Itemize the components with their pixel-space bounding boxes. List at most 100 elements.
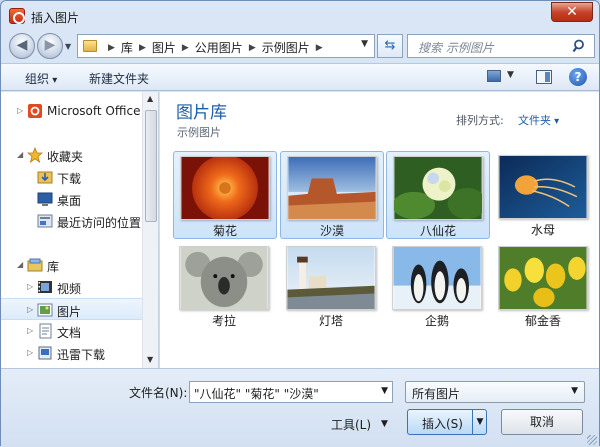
nav-item-downloads[interactable]: 下载 [1, 166, 142, 188]
window-title: 插入图片 [31, 11, 80, 25]
tools-dropdown-icon[interactable]: ▼ [381, 419, 388, 429]
thumbnail-caption: 灯塔 [318, 314, 343, 328]
nav-scrollbar[interactable]: ▲ ▼ [142, 92, 158, 368]
expand-arrow-icon[interactable]: ▷ [27, 348, 33, 357]
thumbnail-hydrangea[interactable]: 八仙花 [386, 151, 490, 239]
search-input[interactable]: 搜索 示例图片 [407, 34, 595, 58]
close-icon: ✕ [566, 4, 578, 20]
nav-item-microsoft-office[interactable]: ▷ Microsoft Office [1, 100, 142, 122]
tools-button[interactable]: 工具(L) [331, 416, 371, 433]
nav-item-pictures[interactable]: ▷ 图片 [1, 298, 142, 320]
filename-value: "八仙花" "菊花" "沙漠" [194, 387, 319, 401]
scrollbar-thumb[interactable] [145, 110, 157, 222]
nav-item-libraries[interactable]: ◢ 库 [1, 254, 142, 276]
lighthouse-image [286, 246, 376, 310]
navigation-pane: ▷ Microsoft Office ◢ 收藏夹 下载 桌面 最近访问的位置 ◢… [1, 92, 159, 368]
thumbnail-jellyfish[interactable]: 水母 [492, 151, 596, 239]
breadcrumb-separator-icon[interactable]: ▶ [182, 43, 189, 53]
breadcrumb-separator-icon[interactable]: ▶ [249, 43, 256, 53]
nav-item-favorites[interactable]: ◢ 收藏夹 [1, 144, 142, 166]
breadcrumb-item[interactable]: 库 [121, 39, 133, 56]
insert-button[interactable]: 插入(S) ▼ [407, 409, 487, 435]
arrange-by-label: 排列方式: [456, 114, 504, 127]
file-type-filter-value: 所有图片 [412, 387, 461, 401]
expand-arrow-icon[interactable]: ▷ [17, 106, 23, 115]
thunder-download-icon [37, 345, 53, 361]
nav-item-documents[interactable]: ▷ 文档 [1, 320, 142, 342]
dialog-footer: 文件名(N): "八仙花" "菊花" "沙漠" ▼ 所有图片 ▼ 工具(L) ▼… [1, 368, 599, 447]
video-icon [37, 279, 53, 295]
breadcrumb-item[interactable]: 图片 [152, 39, 176, 56]
tulips-image [498, 246, 588, 310]
thumbnail-penguins[interactable]: 企鹅 [386, 242, 490, 330]
thumbnail-tulips[interactable]: 郁金香 [492, 242, 596, 330]
arrange-by-dropdown[interactable]: 文件夹 [518, 112, 559, 128]
nav-item-label: 下载 [57, 172, 82, 186]
preview-pane-icon[interactable] [536, 70, 552, 84]
insert-options-dropdown[interactable]: ▼ [472, 410, 487, 434]
filename-input[interactable]: "八仙花" "菊花" "沙漠" ▼ [189, 381, 393, 403]
resize-grip[interactable] [587, 435, 597, 445]
thumbnail-caption: 水母 [530, 223, 555, 237]
thumbnail-lighthouse[interactable]: 灯塔 [280, 242, 384, 330]
library-subtitle: 示例图片 [177, 126, 221, 139]
nav-item-thunder-downloads[interactable]: ▷ 迅雷下载 [1, 342, 142, 364]
nav-item-desktop[interactable]: 桌面 [1, 188, 142, 210]
scroll-down-icon[interactable]: ▼ [147, 355, 153, 364]
insert-button-label: 插入(S) [422, 417, 463, 431]
scroll-up-icon[interactable]: ▲ [147, 94, 153, 103]
forward-arrow-icon: ▶ [44, 37, 56, 53]
nav-item-label: 收藏夹 [47, 150, 84, 164]
new-folder-button[interactable]: 新建文件夹 [89, 70, 149, 87]
thumbnail-desert[interactable]: 沙漠 [280, 151, 384, 239]
title-bar: 插入图片 ✕ [1, 1, 599, 31]
thumbnail-caption: 八仙花 [419, 224, 456, 238]
change-view-icon[interactable] [487, 70, 501, 82]
cancel-button[interactable]: 取消 [501, 409, 583, 435]
refresh-icon: ⇆ [384, 38, 396, 53]
koala-image [179, 246, 269, 310]
expand-arrow-icon[interactable]: ▷ [27, 305, 33, 314]
penguins-image [392, 246, 482, 310]
search-icon[interactable] [572, 38, 588, 54]
back-button[interactable]: ◀ [9, 33, 35, 59]
breadcrumb-item[interactable]: 公用图片 [195, 39, 243, 56]
expand-arrow-icon[interactable]: ▷ [27, 326, 33, 335]
organize-button[interactable]: 组织 [25, 70, 57, 87]
library-title: 图片库 [176, 103, 227, 123]
thumbnail-caption: 菊花 [212, 224, 237, 238]
app-icon [9, 8, 25, 24]
pictures-icon [37, 302, 53, 318]
nav-item-videos[interactable]: ▷ 视频 [1, 276, 142, 298]
jellyfish-image [498, 155, 588, 219]
documents-icon [37, 323, 53, 339]
breadcrumb-separator-icon[interactable]: ▶ [316, 43, 323, 53]
view-options-dropdown[interactable]: ▼ [507, 70, 514, 80]
collapse-arrow-icon[interactable]: ◢ [17, 150, 23, 159]
help-icon[interactable]: ? [569, 68, 587, 86]
chrysanthemum-image [180, 156, 270, 220]
download-folder-icon [37, 169, 53, 185]
expand-arrow-icon[interactable]: ▷ [27, 282, 33, 291]
thumbnail-chrysanthemum[interactable]: 菊花 [173, 151, 277, 239]
command-toolbar: 组织 新建文件夹 ▼ ? [1, 63, 599, 91]
collapse-arrow-icon[interactable]: ◢ [17, 260, 23, 269]
address-bar[interactable]: ▶ 库 ▶ 图片 ▶ 公用图片 ▶ 示例图片 ▶ ▼ [77, 34, 375, 58]
breadcrumb-separator-icon[interactable]: ▶ [108, 43, 115, 53]
thumbnail-koala[interactable]: 考拉 [173, 242, 277, 330]
star-icon [26, 146, 44, 163]
forward-button[interactable]: ▶ [37, 33, 63, 59]
nav-item-label: 迅雷下载 [57, 348, 106, 362]
breadcrumb-separator-icon[interactable]: ▶ [139, 43, 146, 53]
address-dropdown-icon[interactable]: ▼ [361, 39, 368, 49]
recent-pages-dropdown[interactable]: ▼ [65, 42, 71, 51]
close-button[interactable]: ✕ [551, 2, 593, 22]
nav-item-recent-places[interactable]: 最近访问的位置 [1, 210, 142, 232]
recent-places-icon [37, 213, 53, 229]
breadcrumb-item[interactable]: 示例图片 [262, 39, 310, 56]
nav-item-label: 图片 [57, 305, 82, 319]
chevron-down-icon[interactable]: ▼ [381, 386, 388, 396]
refresh-button[interactable]: ⇆ [377, 34, 403, 58]
file-type-filter-select[interactable]: 所有图片 ▼ [405, 381, 585, 403]
thumbnail-caption: 沙漠 [319, 224, 344, 238]
